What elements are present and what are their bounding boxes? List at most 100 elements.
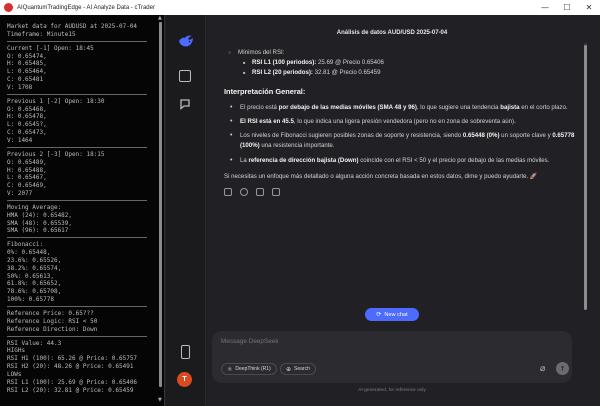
scroll-down-icon[interactable]: ▼ <box>158 397 162 403</box>
market-data-line: C: 0.65469, <box>7 182 47 190</box>
separator-line <box>7 237 147 239</box>
window-controls: — ☐ ✕ <box>534 0 600 15</box>
app-icon <box>4 3 13 12</box>
separator-line <box>7 199 147 201</box>
new-chat-icon[interactable] <box>179 98 191 110</box>
minimize-button[interactable]: — <box>534 0 556 15</box>
market-data-text: Market data for AUDUSD at 2025-07-04 Time… <box>7 23 155 394</box>
deepthink-label: DeepThink (R1) <box>235 366 271 372</box>
market-data-line: 38.2%: 0.65574, <box>7 264 62 272</box>
scrollbar-thumb[interactable] <box>159 22 162 387</box>
separator-line <box>7 146 147 148</box>
market-data-line: Reference Price: 0.65??? <box>7 310 94 317</box>
market-data-line: Timeframe: Minute15 <box>7 30 76 38</box>
search-label: Search <box>294 366 310 372</box>
interpretation-bullet: Los niveles de Fibonacci sugieren posibl… <box>224 131 582 151</box>
close-button[interactable]: ✕ <box>578 0 600 15</box>
market-data-line: O: 0.65489, <box>7 158 47 166</box>
user-avatar[interactable]: T <box>177 372 192 387</box>
market-data-line: V: 1464 <box>7 136 33 144</box>
new-chat-button-icon: ⟳ <box>376 311 382 318</box>
market-data-line: RSI H2 (20): 48.26 @ Price: 0.65491 <box>7 363 134 371</box>
deepseek-logo-icon[interactable] <box>178 35 194 49</box>
separator-line <box>7 40 147 42</box>
market-data-line: Current [-1] Open: 18:45 <box>7 44 94 52</box>
chat-scrollbar-thumb[interactable] <box>584 45 587 310</box>
section-title: Interpretación General: <box>224 86 306 96</box>
market-data-line: RSI L1 (100): 25.69 @ Price: 0.65406 <box>7 378 138 386</box>
chat-scrollbar[interactable] <box>584 43 587 310</box>
deepthink-toggle[interactable]: ⚛ DeepThink (R1) <box>221 363 277 375</box>
send-button[interactable]: ↑ <box>556 362 569 375</box>
globe-icon: ⊕ <box>286 365 292 373</box>
market-data-line: HIGHs <box>7 347 26 355</box>
interpretation-bullet: La referencia de dirección bajista (Down… <box>224 156 582 166</box>
market-data-line: O: 0.65474, <box>7 52 47 60</box>
separator-line <box>7 335 147 337</box>
chat-main: Análisis de datos AUD/USD 2025-07-04 Mín… <box>207 15 600 406</box>
market-data-line: RSI L2 (20): 32.81 @ Price: 0.65459 <box>7 386 134 394</box>
assistant-message: Mínimos del RSI: RSI L1 (100 periodos): … <box>224 48 582 197</box>
sidebar-toggle-icon[interactable] <box>179 70 191 82</box>
maximize-button[interactable]: ☐ <box>556 0 578 15</box>
interpretation-bullet: El precio está por debajo de las medias … <box>224 103 582 113</box>
market-data-line: RSI Value: 44.3 <box>7 339 62 347</box>
market-data-line: H: 0.65485, <box>7 60 47 68</box>
chat-title: Análisis de datos AUD/USD 2025-07-04 <box>336 30 448 36</box>
market-data-line: LOWs <box>7 370 22 378</box>
mobile-app-icon[interactable] <box>181 345 190 359</box>
rsi-min-item: RSI L2 (20 periodos): 32.81 @ Precio 0.6… <box>224 68 582 78</box>
rsi-min-item: RSI L1 (100 periodos): 25.69 @ Precio 0.… <box>224 58 582 68</box>
market-data-line: Previous 1 [-2] Open: 18:30 <box>7 97 105 105</box>
separator-line <box>7 306 147 307</box>
closing-paragraph: Si necesitas un enfoque más detallado o … <box>224 172 538 180</box>
market-data-line: H: 0.65478, <box>7 113 47 121</box>
message-composer: ⚛ DeepThink (R1) ⊕ Search ⌀ ↑ <box>212 331 572 383</box>
rsi-min-heading: Mínimos del RSI: <box>224 48 582 58</box>
market-data-panel: Market data for AUDUSD at 2025-07-04 Time… <box>0 15 165 406</box>
market-data-line: Moving Average: <box>7 203 62 211</box>
separator-line <box>7 93 147 95</box>
message-input[interactable] <box>221 338 521 345</box>
interpretation-bullet: El RSI está en 45.5, lo que indica una l… <box>224 117 582 127</box>
regenerate-icon[interactable] <box>240 188 248 197</box>
disclaimer: AI-generated, for reference only <box>358 388 426 393</box>
market-data-line: Reference Logic: RSI < 50 <box>7 317 98 325</box>
market-data-line: L: 0.65467, <box>7 174 47 182</box>
message-actions <box>224 188 582 197</box>
new-chat-button[interactable]: ⟳ New chat <box>365 308 419 321</box>
deepthink-icon: ⚛ <box>227 365 233 373</box>
thumbs-up-icon[interactable] <box>256 188 264 197</box>
market-data-line: L: 0.6545?, <box>7 121 47 129</box>
copy-icon[interactable] <box>224 188 232 197</box>
market-data-line: Market data for AUDUSD at 2025-07-04 <box>7 23 138 30</box>
market-data-line: 61.8%: 0.65652, <box>7 280 62 288</box>
window-titlebar: AIQuantumTradingEdge - AI Analyze Data -… <box>0 0 600 15</box>
market-data-line: SMA (96): 0.65617 <box>7 227 69 235</box>
deepseek-sidebar: T <box>166 15 206 406</box>
market-data-line: 23.6%: 0.65526, <box>7 256 62 264</box>
new-chat-label: New chat <box>384 311 408 318</box>
market-data-line: 0%: 0.65448, <box>7 249 51 257</box>
market-data-line: V: 2077 <box>7 190 33 198</box>
market-panel-scrollbar[interactable]: ▲ ▼ <box>158 15 162 403</box>
market-data-line: C: 0.65473, <box>7 129 47 137</box>
thumbs-down-icon[interactable] <box>272 188 280 197</box>
market-data-line: 100%: 0.65778 <box>7 296 54 304</box>
market-data-line: HMA (24): 0.65482, <box>7 211 73 219</box>
scroll-up-icon[interactable]: ▲ <box>158 15 162 21</box>
market-data-line: Fibonacci: <box>7 241 44 249</box>
market-data-line: RSI H1 (100): 65.26 @ Price: 0.65757 <box>7 355 138 363</box>
market-data-line: 78.6%: 0.65708, <box>7 288 62 296</box>
market-data-line: L: 0.65464, <box>7 68 47 76</box>
window-title: AIQuantumTradingEdge - AI Analyze Data -… <box>17 4 155 11</box>
market-data-line: V: 1708 <box>7 83 33 91</box>
market-data-line: H: 0.65488, <box>7 166 47 174</box>
market-data-line: 50%: 0.65613, <box>7 272 54 280</box>
market-data-line: Reference Direction: Down <box>7 325 98 333</box>
market-data-line: O: 0.65468, <box>7 105 47 113</box>
market-data-line: SMA (48): 0.65539, <box>7 219 73 227</box>
attach-icon[interactable]: ⌀ <box>540 364 545 374</box>
market-data-line: C: 0.65481 <box>7 76 44 84</box>
search-toggle[interactable]: ⊕ Search <box>280 363 316 375</box>
